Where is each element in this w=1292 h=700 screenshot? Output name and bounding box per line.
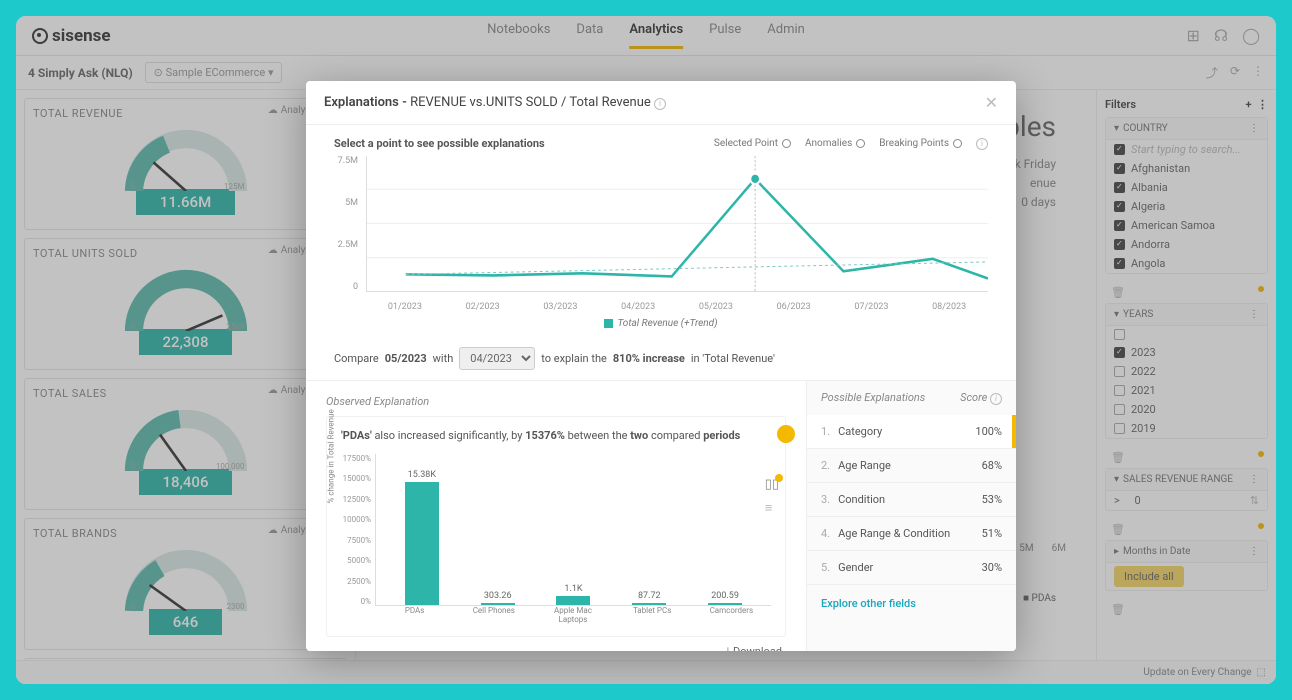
possible-item[interactable]: 2.Age Range68% [807, 449, 1016, 483]
badge-icon [777, 425, 795, 443]
possible-item[interactable]: 4.Age Range & Condition51% [807, 517, 1016, 551]
chart-legend: Total Revenue (+Trend) [334, 318, 988, 329]
possible-item[interactable]: 5.Gender30% [807, 551, 1016, 585]
compare-dropdown[interactable]: 04/2023 [459, 347, 535, 370]
line-chart[interactable]: 7.5M5M2.5M0 01/202302/202303/202304/2023… [358, 156, 988, 316]
possible-item[interactable]: 3.Condition53% [807, 483, 1016, 517]
modal-title: Explanations - REVENUE vs.UNITS SOLD / T… [324, 95, 666, 110]
legend-breaking: Breaking Points [879, 138, 962, 150]
bar-chart[interactable]: % change in Total Revenue 17500%15000%12… [371, 454, 771, 624]
legend-anomalies: Anomalies [805, 138, 865, 150]
info-icon[interactable]: i [990, 393, 1002, 405]
possible-header: Possible Explanations [821, 391, 925, 405]
info-icon[interactable]: i [654, 98, 666, 110]
instruction-text: Select a point to see possible explanati… [334, 137, 545, 150]
compare-a: 05/2023 [385, 352, 427, 365]
legend-selected: Selected Point [714, 138, 791, 150]
observed-header: Observed Explanation [326, 391, 786, 416]
observed-explanation: 'PDAs' also increased significantly, by … [326, 416, 786, 637]
download-link[interactable]: ⤓ Download [326, 637, 786, 651]
possible-item[interactable]: 1.Category100% [807, 415, 1016, 449]
close-icon[interactable]: ✕ [985, 93, 998, 112]
info-icon[interactable]: i [976, 138, 988, 150]
explanations-modal: Explanations - REVENUE vs.UNITS SOLD / T… [306, 81, 1016, 651]
compare-row: Compare 05/2023 with 04/2023 to explain … [306, 337, 1016, 381]
explore-link[interactable]: Explore other fields [807, 585, 1016, 622]
